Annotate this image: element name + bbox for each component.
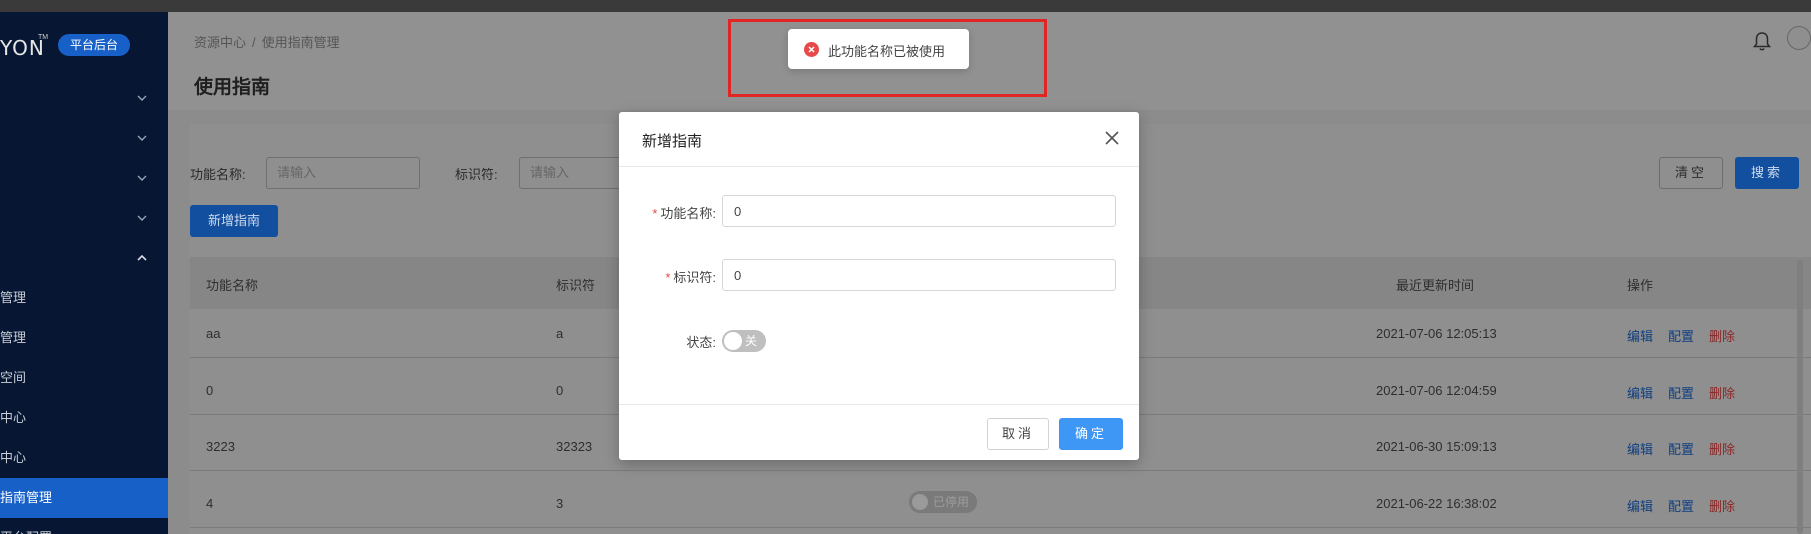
config-link[interactable]: 配置	[1668, 326, 1694, 345]
config-link[interactable]: 配置	[1668, 439, 1694, 458]
column-header-identifier: 标识符	[556, 278, 596, 293]
toggle-knob	[912, 494, 928, 510]
chevron-up-icon	[137, 254, 147, 261]
breadcrumb-item: 使用指南管理	[261, 35, 340, 50]
edit-link[interactable]: 编辑	[1627, 496, 1653, 515]
cell-identifier: 3	[556, 496, 564, 511]
sidebar-item[interactable]: 管理	[0, 318, 168, 358]
sidebar-item[interactable]: 中心	[0, 398, 168, 438]
name-field-label: * 功能名称:	[619, 203, 716, 222]
sidebar-menu-group-3[interactable]	[0, 158, 168, 198]
add-guide-button[interactable]: 新增指南	[190, 205, 278, 237]
error-circle-icon	[804, 42, 819, 57]
delete-link[interactable]: 删除	[1709, 439, 1735, 458]
column-header-actions: 操作	[1627, 278, 1654, 293]
sidebar-menu-group-2[interactable]	[0, 118, 168, 158]
cell-updated: 2021-07-06 12:05:13	[1376, 326, 1497, 341]
status-label: 已停用	[933, 495, 970, 509]
breadcrumb-item[interactable]: 资源中心	[194, 35, 246, 50]
dialog-title: 新增指南	[642, 133, 703, 150]
chevron-down-icon	[137, 175, 147, 181]
sidebar: YON TM 平台后台 管理 管理 空间 中心 中心 指南管理 平台配置	[0, 12, 168, 534]
cell-name: aa	[206, 326, 221, 341]
toast-message: 此功能名称已被使用	[828, 44, 946, 59]
user-avatar[interactable]	[1787, 26, 1811, 50]
sidebar-menu-group-4[interactable]	[0, 198, 168, 238]
name-field[interactable]	[722, 195, 1116, 227]
status-toggle[interactable]: 关	[722, 330, 766, 352]
chevron-down-icon	[137, 215, 147, 221]
sidebar-item[interactable]: 中心	[0, 438, 168, 478]
sidebar-menu-group-1[interactable]	[0, 78, 168, 118]
platform-badge: 平台后台	[58, 34, 131, 56]
dialog-divider	[619, 404, 1139, 405]
close-icon[interactable]	[1103, 129, 1121, 147]
cancel-button[interactable]: 取消	[987, 418, 1049, 450]
breadcrumb: 资源中心 / 使用指南管理	[194, 32, 340, 51]
id-filter-label: 标识符:	[455, 167, 498, 182]
page-title: 使用指南	[194, 77, 271, 98]
name-filter-input[interactable]: 请输入	[266, 157, 420, 189]
name-filter-label: 功能名称:	[190, 167, 246, 182]
toggle-label: 关	[745, 334, 758, 348]
table-scrollbar[interactable]	[1797, 260, 1803, 534]
add-guide-dialog: 新增指南 *功能名称: *标识符: 状态: 关 取消 确定	[619, 112, 1139, 460]
edit-link[interactable]: 编辑	[1627, 439, 1653, 458]
identifier-field-label: * 标识符:	[619, 267, 716, 286]
identifier-field[interactable]	[722, 259, 1116, 291]
status-toggle[interactable]: 已停用	[909, 491, 977, 513]
cell-updated: 2021-06-30 15:09:13	[1376, 439, 1497, 454]
sidebar-item[interactable]: 空间	[0, 358, 168, 398]
status-field-label: 状态:	[686, 335, 716, 350]
dialog-divider	[619, 166, 1139, 167]
sidebar-item-guide-management[interactable]: 指南管理	[0, 478, 168, 518]
logo-tm: TM	[38, 34, 49, 41]
delete-link[interactable]: 删除	[1709, 383, 1735, 402]
chevron-down-icon	[137, 135, 147, 141]
cell-identifier: 0	[556, 383, 564, 398]
sidebar-menu-group-5[interactable]	[0, 238, 168, 278]
edit-link[interactable]: 编辑	[1627, 383, 1653, 402]
window-top-strip	[0, 0, 1811, 12]
sidebar-item[interactable]: 平台配置	[0, 518, 168, 534]
cell-updated: 2021-06-22 16:38:02	[1376, 496, 1497, 511]
column-header-name: 功能名称	[206, 278, 259, 293]
identifier-field-label-text: 标识符:	[673, 270, 716, 285]
clear-button[interactable]: 清空	[1659, 157, 1723, 189]
edit-link[interactable]: 编辑	[1627, 326, 1653, 345]
required-mark: *	[665, 270, 671, 285]
sidebar-item[interactable]: 管理	[0, 278, 168, 318]
name-field-label-text: 功能名称:	[660, 206, 716, 221]
toggle-knob	[724, 332, 742, 350]
cell-name: 0	[206, 383, 214, 398]
delete-link[interactable]: 删除	[1709, 496, 1735, 515]
table-row: 4 3 已停用 2021-06-22 16:38:02 编辑 配置 删除	[190, 479, 1811, 528]
chevron-down-icon	[137, 95, 147, 101]
breadcrumb-separator: /	[252, 35, 256, 50]
confirm-button[interactable]: 确定	[1059, 418, 1123, 450]
config-link[interactable]: 配置	[1668, 383, 1694, 402]
search-button[interactable]: 搜索	[1735, 157, 1799, 189]
column-header-updated: 最近更新时间	[1396, 278, 1475, 293]
cell-name: 3223	[206, 439, 235, 454]
config-link[interactable]: 配置	[1668, 496, 1694, 515]
error-toast: 此功能名称已被使用	[788, 29, 969, 69]
cell-identifier: a	[556, 326, 564, 341]
cell-name: 4	[206, 496, 214, 511]
delete-link[interactable]: 删除	[1709, 326, 1735, 345]
cell-identifier: 32323	[556, 439, 593, 454]
bell-icon[interactable]	[1751, 30, 1773, 52]
cell-updated: 2021-07-06 12:04:59	[1376, 383, 1497, 398]
required-mark: *	[652, 206, 658, 221]
